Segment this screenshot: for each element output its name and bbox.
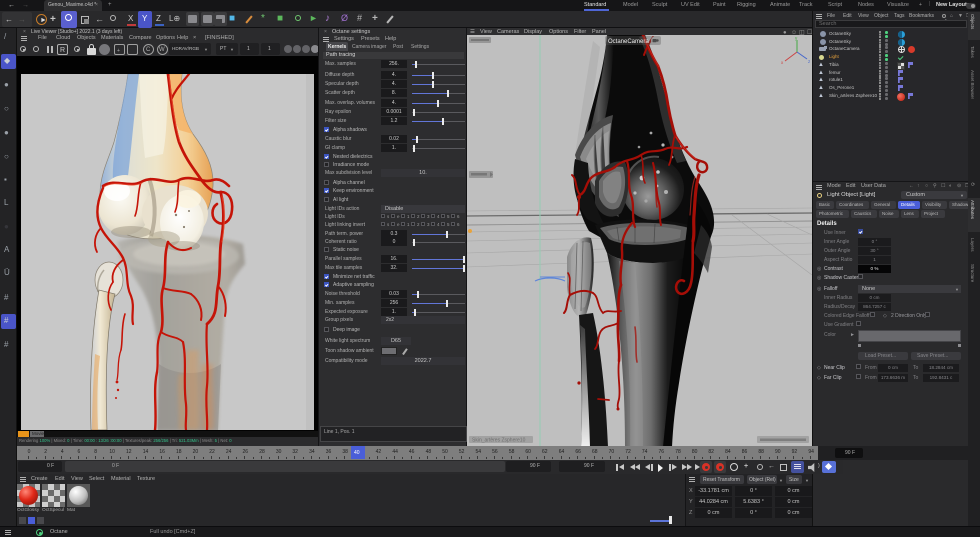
svg-text:OctaneCamera: OctaneCamera — [608, 39, 649, 45]
svg-text:Skin_artères Zsphere10: Skin_artères Zsphere10 — [472, 438, 526, 444]
